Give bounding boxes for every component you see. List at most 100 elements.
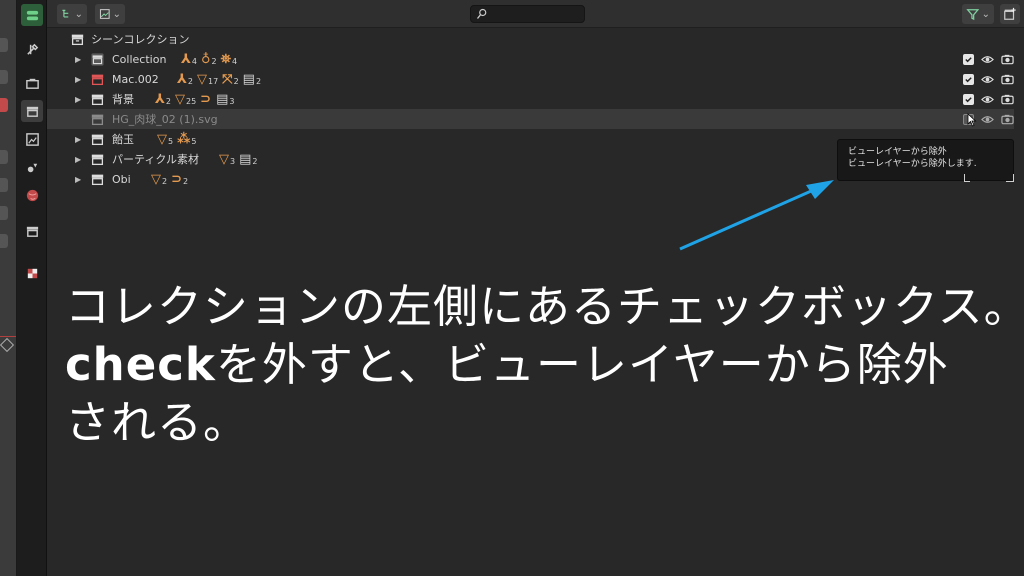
filter-dropdown[interactable]: ⌄ bbox=[962, 4, 994, 24]
display-mode-dropdown[interactable]: ⌄ bbox=[57, 4, 87, 24]
empty-icon[interactable]: ⤧ 2 bbox=[222, 73, 239, 86]
exclude-checkbox[interactable] bbox=[963, 53, 974, 65]
tooltip-description: ビューレイヤーから除外します. bbox=[848, 159, 977, 169]
eye-icon[interactable] bbox=[981, 114, 994, 125]
collection-icon[interactable]: ▤ 2 bbox=[243, 73, 261, 86]
collection-tab-icon[interactable] bbox=[21, 220, 43, 242]
tooltip-bracket bbox=[1006, 174, 1014, 182]
child-count: 2 bbox=[165, 96, 171, 106]
child-icons: ⅄ 2 ▽ 17 ⤧ 2 ▤ 2 bbox=[177, 73, 261, 86]
mesh-icon[interactable]: ▽ 5 bbox=[157, 133, 173, 146]
viewport-button[interactable] bbox=[0, 178, 8, 192]
curve-icon[interactable]: ⊃ 2 bbox=[171, 173, 188, 186]
collection-icon[interactable]: ▤ 2 bbox=[239, 153, 257, 166]
child-count: 3 bbox=[230, 156, 236, 166]
view-layer-dropdown[interactable]: ⌄ bbox=[95, 4, 125, 24]
child-count: 4 bbox=[232, 56, 238, 66]
viewport-button[interactable] bbox=[0, 38, 8, 52]
caption-line-3: される。 bbox=[65, 396, 250, 449]
texture-tab-icon[interactable] bbox=[21, 262, 43, 284]
expand-arrow-icon[interactable]: ▶ bbox=[75, 135, 81, 144]
child-count: 2 bbox=[255, 76, 262, 86]
collection-red-icon bbox=[90, 72, 104, 86]
tool-tab-icon[interactable] bbox=[21, 38, 43, 60]
child-count: 5 bbox=[168, 136, 174, 146]
tutorial-caption: コレクションの左側にあるチェックボックス。 checkを外すと、ビューレイヤーか… bbox=[65, 278, 1024, 452]
scene-collection-row[interactable]: シーンコレクション bbox=[47, 29, 1014, 49]
render-tab-icon[interactable] bbox=[21, 72, 43, 94]
collection-label: 飴玉 bbox=[112, 133, 134, 146]
collection-icon[interactable]: ▤ 3 bbox=[216, 93, 234, 106]
viewport-button[interactable] bbox=[0, 98, 8, 112]
camera-render-icon[interactable] bbox=[1001, 94, 1014, 105]
caption-line-2-text: を外すと、ビューレイヤーから除外 bbox=[215, 338, 949, 391]
editor-type-toggle-icon[interactable] bbox=[21, 4, 43, 26]
collection-icon bbox=[90, 112, 104, 126]
child-icons: ▽ 3 ▤ 2 bbox=[219, 153, 257, 166]
world-tab-icon[interactable] bbox=[21, 184, 43, 206]
light-icon[interactable]: ♁ 2 bbox=[201, 53, 217, 66]
viewport-button[interactable] bbox=[0, 206, 8, 220]
outliner-icon bbox=[62, 9, 69, 18]
child-count: 25 bbox=[185, 96, 197, 106]
collection-label: Obi bbox=[112, 172, 131, 186]
camera-icon[interactable]: ⛯ 4 bbox=[221, 53, 238, 66]
child-count: 2 bbox=[211, 56, 217, 66]
mesh-icon[interactable]: ▽ 3 bbox=[219, 153, 235, 166]
row-toggles bbox=[963, 93, 1014, 105]
caption-line-1: コレクションの左側にあるチェックボックス。 bbox=[65, 280, 1024, 333]
child-count: 17 bbox=[207, 76, 219, 86]
expand-arrow-icon[interactable]: ▶ bbox=[75, 155, 81, 164]
output-tab-icon[interactable] bbox=[21, 100, 43, 122]
mesh-icon[interactable]: ▽ 17 bbox=[197, 73, 218, 86]
view-layer-tab-icon[interactable] bbox=[21, 128, 43, 150]
armature-icon[interactable]: ⅄ 2 bbox=[177, 73, 193, 86]
collection-label: Collection bbox=[112, 52, 167, 66]
child-count: 3 bbox=[229, 96, 235, 106]
camera-render-icon[interactable] bbox=[1001, 54, 1014, 65]
search-input[interactable] bbox=[492, 7, 582, 21]
collection-icon bbox=[90, 132, 104, 146]
image-icon bbox=[99, 9, 110, 19]
curve-icon[interactable]: ⊃ bbox=[200, 93, 212, 106]
collection-row-excluded[interactable]: HG_肉球_02 (1).svg bbox=[47, 109, 1014, 129]
viewport-button[interactable] bbox=[0, 150, 8, 164]
expand-arrow-icon[interactable]: ▶ bbox=[75, 175, 81, 184]
eye-icon[interactable] bbox=[981, 54, 994, 65]
scene-collection-label: シーンコレクション bbox=[91, 33, 190, 46]
child-count: 2 bbox=[183, 176, 189, 186]
collection-row[interactable]: ▶ 背景 ⅄ 2 ▽ 25 ⊃ ▤ 3 bbox=[47, 89, 1014, 109]
child-icons: ▽ 5 ⁂ 5 bbox=[157, 133, 197, 146]
collection-row[interactable]: ▶ Mac.002 ⅄ 2 ▽ 17 ⤧ 2 ▤ 2 bbox=[47, 69, 1014, 89]
viewport-axis-line bbox=[0, 336, 16, 337]
exclude-checkbox[interactable] bbox=[963, 93, 974, 105]
camera-render-icon[interactable] bbox=[1001, 114, 1014, 125]
exclude-tooltip: ビューレイヤーから除外 ビューレイヤーから除外します. bbox=[837, 139, 1014, 181]
eye-icon[interactable] bbox=[981, 74, 994, 85]
expand-arrow-icon[interactable]: ▶ bbox=[75, 75, 81, 84]
viewport-button[interactable] bbox=[0, 234, 8, 248]
armature-icon[interactable]: ⅄ 2 bbox=[155, 93, 171, 106]
new-collection-button[interactable] bbox=[1000, 4, 1020, 24]
child-count: 2 bbox=[162, 176, 168, 186]
row-toggles bbox=[963, 53, 1014, 65]
mouse-cursor-icon bbox=[967, 113, 977, 127]
exclude-checkbox[interactable] bbox=[963, 73, 974, 85]
collection-label: Mac.002 bbox=[112, 72, 159, 86]
mesh-icon[interactable]: ▽ 2 bbox=[151, 173, 167, 186]
armature-icon[interactable]: ⅄ 4 bbox=[181, 53, 197, 66]
camera-render-icon[interactable] bbox=[1001, 74, 1014, 85]
expand-arrow-icon[interactable]: ▶ bbox=[75, 55, 81, 64]
expand-arrow-icon[interactable]: ▶ bbox=[75, 95, 81, 104]
viewport-button[interactable] bbox=[0, 70, 8, 84]
outliner-header: ⌄ ⌄ ⌄ bbox=[47, 0, 1024, 28]
mesh-icon[interactable]: ▽ 25 bbox=[175, 93, 196, 106]
particles-icon[interactable]: ⁂ 5 bbox=[177, 133, 196, 146]
collection-label: HG_肉球_02 (1).svg bbox=[112, 113, 218, 126]
collection-row[interactable]: ▶ Collection ⅄ 4 ♁ 2 ⛯ 4 bbox=[47, 49, 1014, 69]
viewport-edge bbox=[0, 0, 17, 576]
eye-icon[interactable] bbox=[981, 94, 994, 105]
child-icons: ⅄ 2 ▽ 25 ⊃ ▤ 3 bbox=[155, 93, 234, 106]
search-field[interactable] bbox=[470, 5, 585, 23]
scene-tab-icon[interactable] bbox=[21, 156, 43, 178]
